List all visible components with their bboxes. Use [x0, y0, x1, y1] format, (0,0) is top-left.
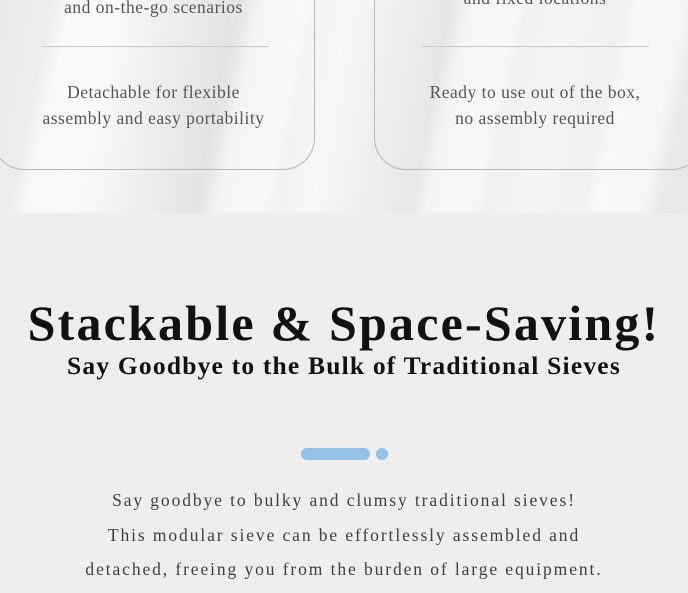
feature-card-right: and fixed locations Ready to use out of …: [374, 0, 688, 170]
section-body-line-3: detached, freeing you from the burden of…: [85, 559, 603, 579]
feature-card-right-top-text: and fixed locations: [375, 0, 688, 11]
card-divider: [42, 46, 269, 47]
feature-card-left-top-text: and on-the-go scenarios: [64, 0, 243, 17]
section-body-line-1: Say goodbye to bulky and clumsy traditio…: [112, 490, 576, 510]
section-subheadline: Say Goodbye to the Bulk of Traditional S…: [67, 351, 621, 380]
section-body-line-2: This modular sieve can be effortlessly a…: [107, 524, 581, 545]
section-body: Say goodbye to bulky and clumsy traditio…: [0, 483, 688, 587]
feature-card-right-bottom-line-2: no assembly required: [455, 108, 615, 128]
comparison-band: and on-the-go scenarios Detachable for f…: [0, 0, 688, 213]
section-headline: Stackable & Space-Saving!: [27, 295, 661, 351]
feature-card-right-bottom-line-1: Ready to use out of the box,: [429, 82, 641, 102]
carousel-indicator-active[interactable]: [301, 448, 370, 460]
carousel-indicator-dot[interactable]: [376, 448, 388, 460]
card-divider: [422, 46, 649, 47]
feature-card-left-bottom-line-2: assembly and easy portability: [42, 108, 265, 128]
feature-card-left: and on-the-go scenarios Detachable for f…: [0, 0, 315, 170]
feature-card-left-bottom-line-1: Detachable for flexible: [67, 82, 240, 102]
